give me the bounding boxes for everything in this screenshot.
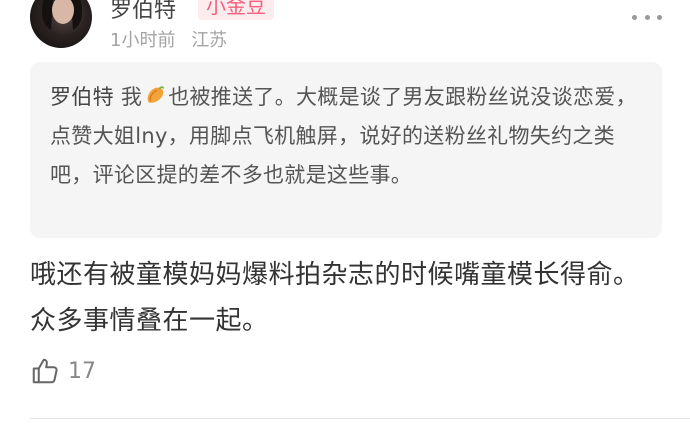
quoted-text: 罗伯特 我 也被推送了。大概是谈了男友跟粉丝说没谈恋爱，点赞大姐lny，用脚点飞… [50, 78, 642, 195]
quoted-mention[interactable]: 罗伯特 [50, 85, 114, 109]
avatar-face [52, 0, 74, 24]
quoted-reply[interactable]: 罗伯特 我 也被推送了。大概是谈了男友跟粉丝说没谈恋爱，点赞大姐lny，用脚点飞… [30, 62, 662, 238]
like-button[interactable]: 17 [30, 356, 96, 386]
author-badge: 小金豆 [198, 0, 274, 20]
avatar[interactable] [30, 0, 92, 48]
like-count: 17 [68, 358, 96, 384]
post-location: 江苏 [191, 30, 228, 51]
quoted-text-before-emoji: 我 [120, 85, 143, 109]
more-dots-icon[interactable] [632, 12, 662, 22]
thumbs-up-icon [32, 358, 58, 384]
comment-card: 罗伯特 小金豆 1小时前 江苏 罗伯特 我 也被推送了。大概是谈了男友跟粉丝说没… [0, 0, 690, 432]
author-name[interactable]: 罗伯特 [110, 0, 176, 24]
post-meta: 1小时前 江苏 [110, 26, 227, 52]
comment-body: 哦还有被童模妈妈爆料拍杂志的时候嘴童模长得俞。众多事情叠在一起。 [30, 260, 640, 336]
post-time: 1小时前 [110, 30, 176, 51]
divider [30, 418, 690, 419]
sweet-potato-icon [147, 86, 165, 103]
